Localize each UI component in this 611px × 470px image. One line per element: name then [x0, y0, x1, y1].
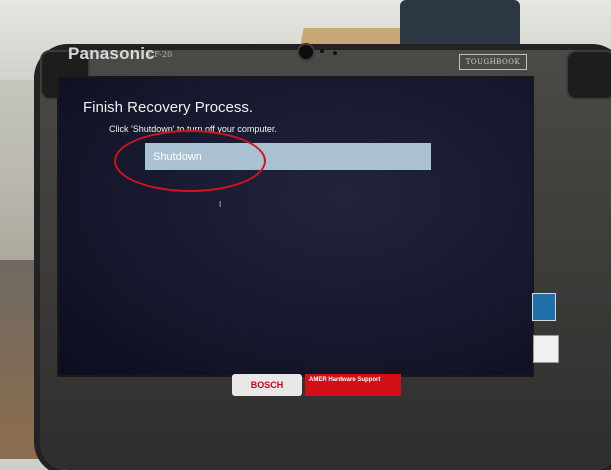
model-label: CF-20	[148, 50, 173, 59]
shutdown-button[interactable]: Shutdown	[145, 143, 431, 170]
intel-sticker-icon	[532, 293, 556, 321]
sensor-dot-icon	[320, 49, 324, 53]
brand-logo: Panasonic	[68, 44, 155, 63]
support-sticker: AMER Hardware Support	[305, 374, 401, 396]
recovery-screen: Finish Recovery Process. Click 'Shutdown…	[57, 76, 534, 377]
toughbook-badge: TOUGHBOOK	[459, 54, 527, 70]
sensor-dot-icon	[333, 51, 337, 55]
bosch-sticker: BOSCH	[232, 374, 302, 396]
energy-star-sticker-icon	[533, 335, 559, 363]
camera-icon	[297, 43, 315, 61]
instruction-text: Click 'Shutdown' to turn off your comput…	[109, 124, 277, 134]
page-title: Finish Recovery Process.	[83, 99, 254, 116]
support-sticker-title: AMER Hardware Support	[309, 377, 381, 383]
mouse-cursor-icon: I	[219, 200, 222, 209]
corner-bumper-top-right	[566, 50, 611, 100]
